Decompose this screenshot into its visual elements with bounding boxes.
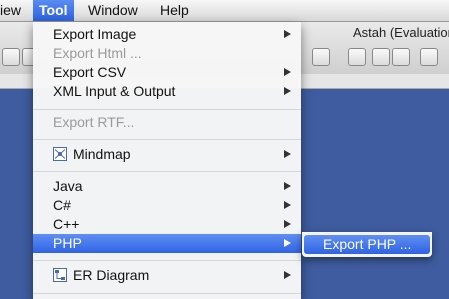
- toolbar-button[interactable]: [2, 48, 20, 66]
- submenu-arrow-icon: [284, 87, 291, 95]
- submenu-arrow-icon: [284, 220, 291, 228]
- menu-item-export-php[interactable]: Export PHP ...: [304, 235, 430, 254]
- menu-item-export-html: Export Html ...: [33, 44, 301, 63]
- menu-item-xml-input-output[interactable]: XML Input & Output: [33, 82, 301, 101]
- menu-help[interactable]: Help: [160, 0, 189, 21]
- menu-item-label: Export RTF...: [53, 114, 135, 130]
- tool-menu: Export Image Export Html ... Export CSV …: [33, 22, 301, 299]
- submenu-arrow-icon: [284, 150, 291, 158]
- mindmap-icon: [53, 147, 67, 161]
- line-tool-icon[interactable]: [348, 48, 366, 66]
- tree-layout-icon[interactable]: [392, 48, 410, 66]
- menu-item-label: Export CSV: [53, 64, 127, 80]
- menu-item-cpp[interactable]: C++: [33, 215, 301, 234]
- menu-item-label: PHP: [53, 235, 82, 251]
- menu-item-label: ER Diagram: [73, 267, 150, 283]
- submenu-arrow-icon: [284, 239, 291, 247]
- stamp-icon[interactable]: [312, 48, 330, 66]
- er-diagram-icon: [53, 268, 67, 282]
- submenu-arrow-icon: [284, 182, 291, 190]
- menu-item-label: C++: [53, 216, 80, 232]
- menu-separator: [33, 260, 301, 261]
- menu-tool[interactable]: Tool: [33, 0, 74, 21]
- menu-window[interactable]: Window: [88, 0, 138, 21]
- menu-separator: [33, 109, 301, 110]
- menu-separator: [33, 293, 301, 294]
- menu-view[interactable]: iew: [0, 0, 21, 21]
- align-icon[interactable]: [420, 48, 438, 66]
- menu-item-label: Export Html ...: [53, 45, 142, 61]
- chevron-down-icon[interactable]: [372, 48, 390, 66]
- menu-item-label: Java: [53, 178, 83, 194]
- menu-item-export-csv[interactable]: Export CSV: [33, 63, 301, 82]
- menu-item-export-image[interactable]: Export Image: [33, 25, 301, 44]
- menu-item-label: Export PHP ...: [323, 236, 412, 252]
- menu-item-label: Mindmap: [73, 146, 131, 162]
- submenu-arrow-icon: [284, 68, 291, 76]
- menu-separator: [33, 171, 301, 172]
- menu-item-label: Export Image: [53, 26, 137, 42]
- menu-item-label: XML Input & Output: [53, 83, 176, 99]
- menu-item-php[interactable]: PHP: [33, 234, 301, 253]
- submenu-arrow-icon: [284, 271, 291, 279]
- submenu-arrow-icon: [284, 30, 291, 38]
- menu-item-java[interactable]: Java: [33, 177, 301, 196]
- menu-item-label: C#: [53, 197, 71, 213]
- menu-separator: [33, 139, 301, 140]
- menu-item-er-diagram[interactable]: ER Diagram: [33, 266, 301, 285]
- php-submenu: Export PHP ...: [302, 232, 432, 257]
- menu-item-export-rtf: Export RTF...: [33, 113, 301, 132]
- menu-bar: iew Tool Window Help: [0, 0, 449, 22]
- menu-item-csharp[interactable]: C#: [33, 196, 301, 215]
- submenu-arrow-icon: [284, 201, 291, 209]
- menu-item-mindmap[interactable]: Mindmap: [33, 145, 301, 164]
- window-title: Astah (Evaluation: [353, 25, 449, 40]
